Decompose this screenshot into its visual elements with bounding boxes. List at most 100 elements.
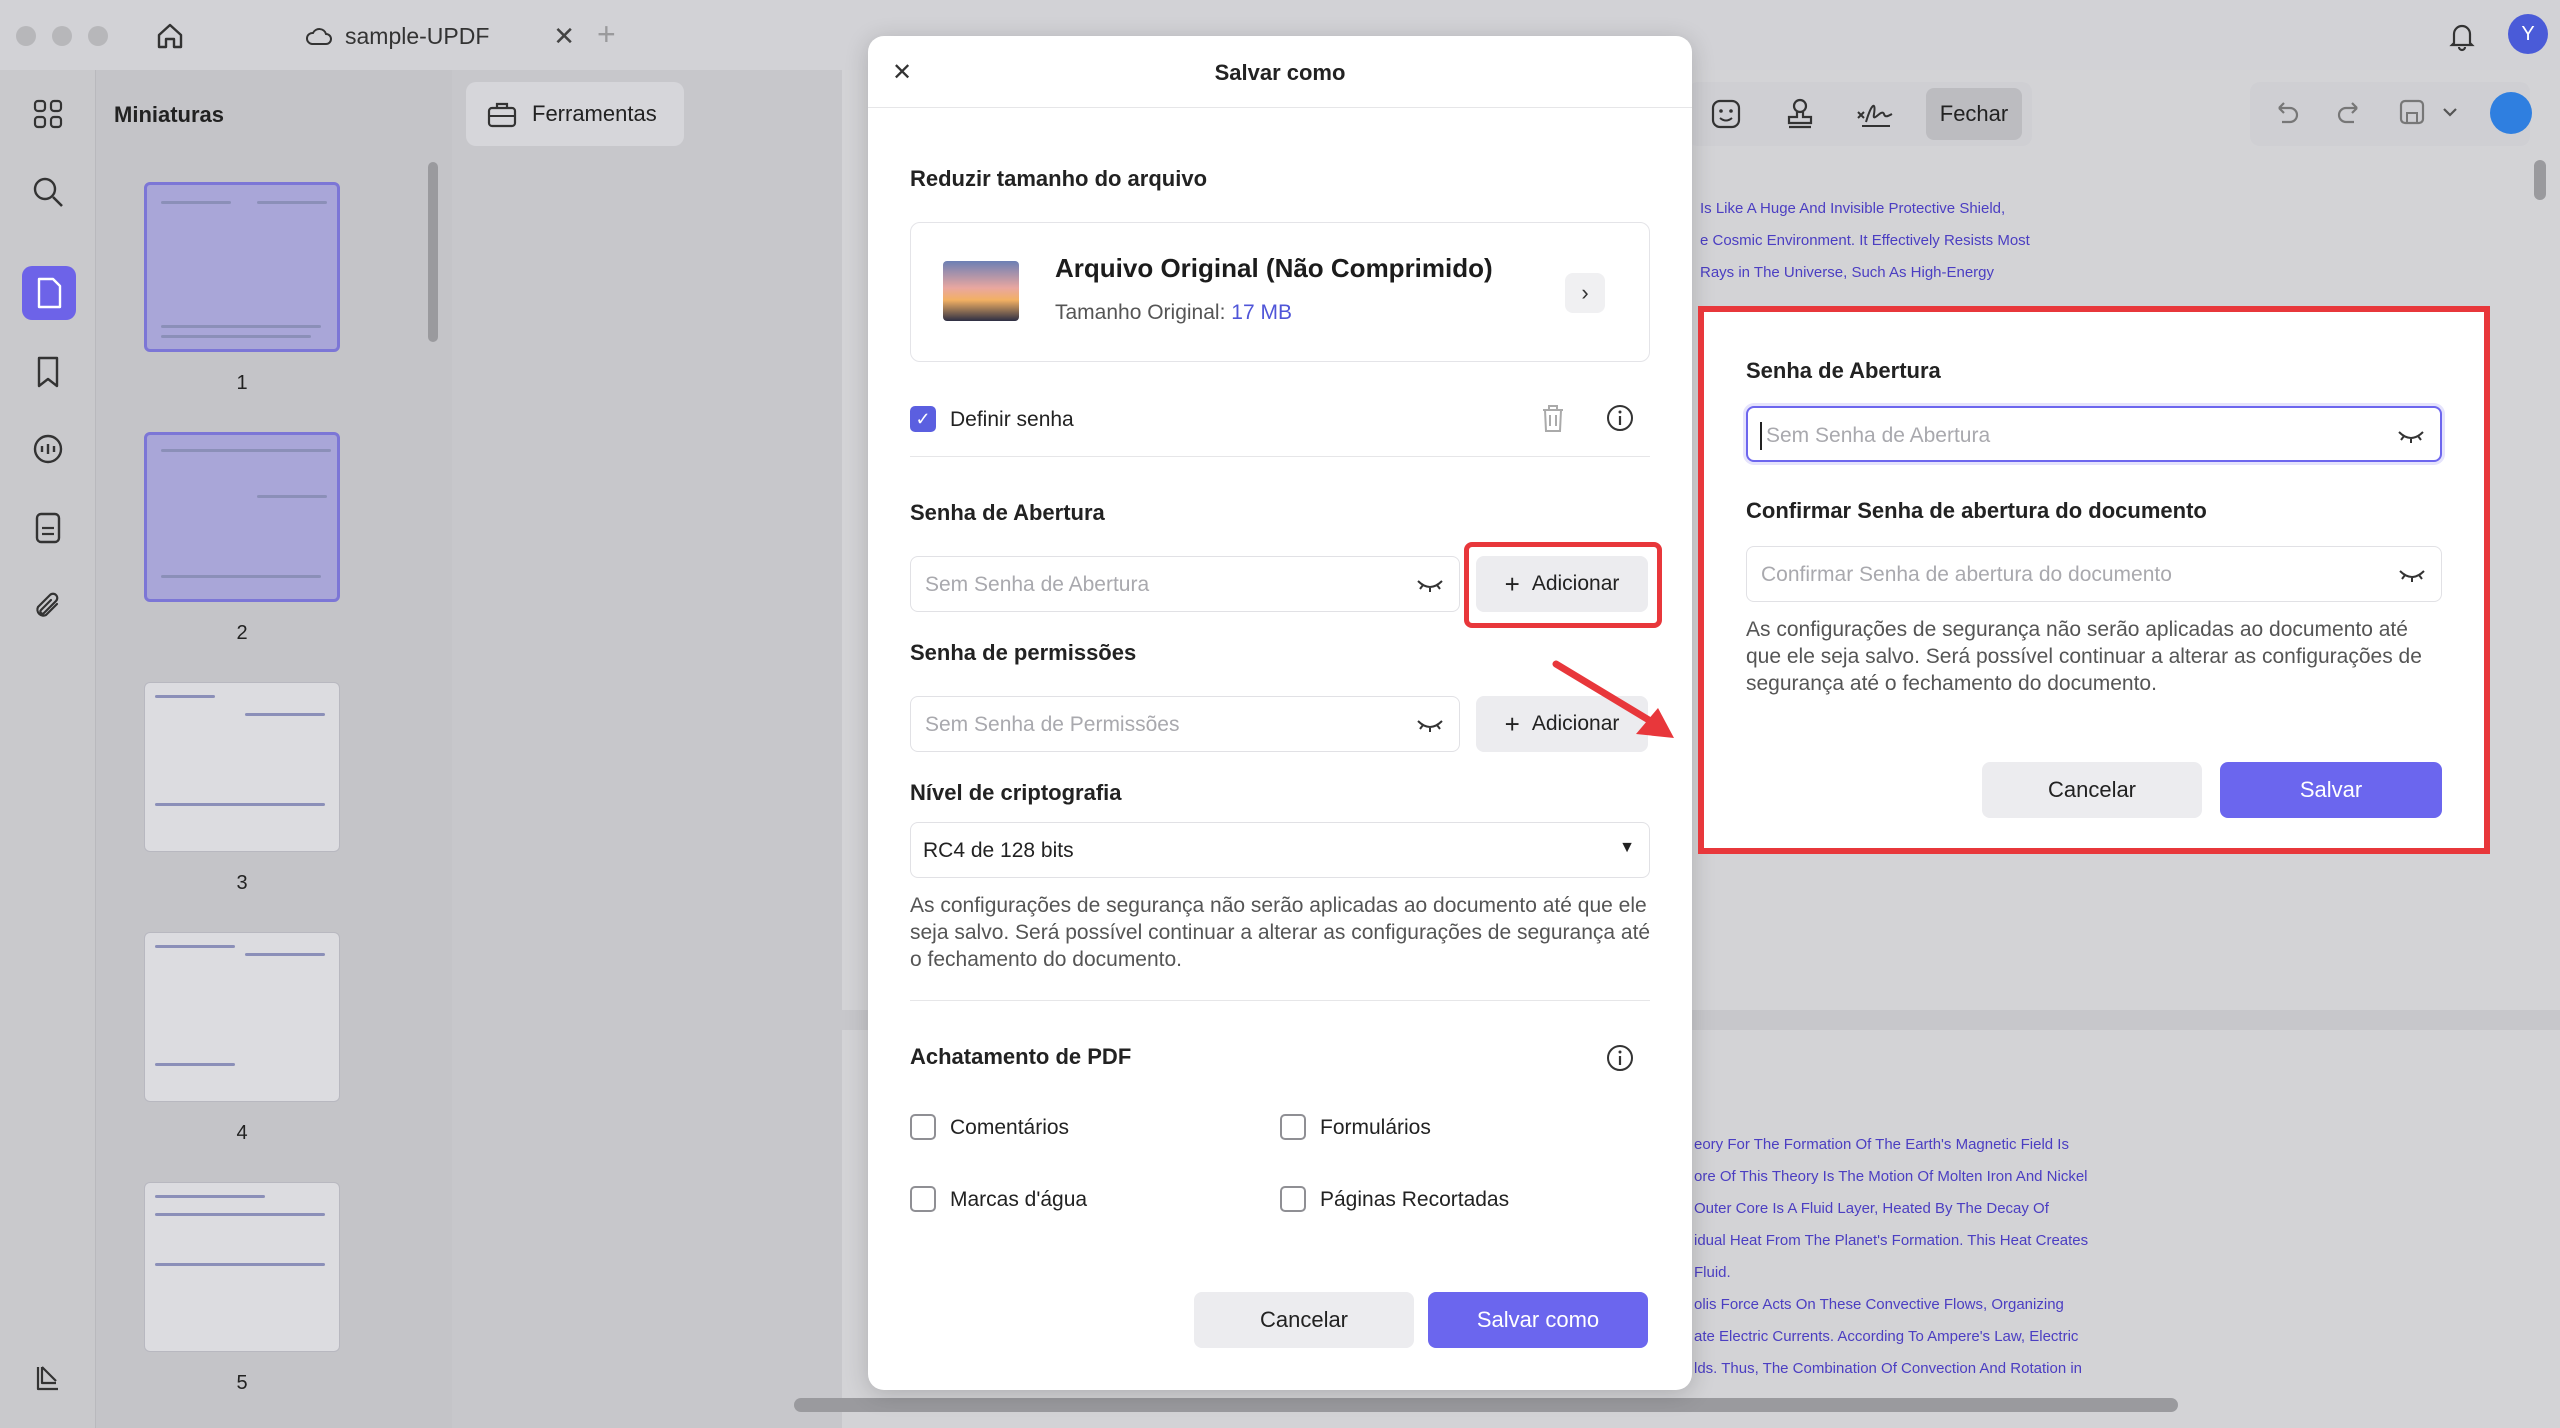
signature-icon[interactable] xyxy=(1854,96,1893,132)
eye-closed-icon[interactable] xyxy=(1415,715,1445,735)
close-edit-button[interactable]: Fechar xyxy=(1926,88,2022,140)
document-text-line: idual Heat From The Planet's Formation. … xyxy=(1694,1232,2089,1249)
open-password-field[interactable]: Sem Senha de Abertura xyxy=(910,556,1460,612)
callout-open-password-title: Senha de Abertura xyxy=(1746,358,1941,383)
document-tab[interactable]: sample-UPDF ✕ xyxy=(305,14,575,58)
horizontal-scrollbar[interactable] xyxy=(794,1398,2178,1412)
tools-label: Ferramentas xyxy=(532,101,657,126)
page-thumbnail-4[interactable] xyxy=(144,932,340,1102)
document-text-line: Rays in The Universe, Such As High-Energ… xyxy=(1700,264,1995,281)
chevron-right-icon[interactable]: › xyxy=(1565,273,1605,313)
bell-icon[interactable] xyxy=(2444,18,2480,54)
cloud-icon xyxy=(306,28,332,45)
tab-close-icon[interactable]: ✕ xyxy=(553,21,575,52)
callout-security-note: As configurações de segurança não serão … xyxy=(1746,618,2422,695)
attachment-icon[interactable] xyxy=(26,584,70,628)
file-compression-card[interactable]: Arquivo Original (Não Comprimido) Tamanh… xyxy=(910,222,1650,362)
page-thumbnail-2[interactable] xyxy=(144,432,340,602)
plus-icon: + xyxy=(1504,708,1520,739)
callout-confirm-password-field[interactable]: Confirmar Senha de abertura do documento xyxy=(1746,546,2442,602)
save-icon[interactable] xyxy=(2396,96,2432,132)
text-cursor xyxy=(1760,422,1762,450)
flatten-watermarks-checkbox[interactable] xyxy=(910,1186,936,1212)
set-password-checkbox[interactable]: ✓ xyxy=(910,406,936,432)
layers-icon[interactable] xyxy=(26,1356,70,1400)
password-callout-panel: Senha de Abertura Sem Senha de Abertura … xyxy=(1698,306,2490,854)
document-text-line: Fluid. xyxy=(1694,1264,1731,1281)
window-close-button[interactable] xyxy=(16,26,36,46)
info-icon[interactable] xyxy=(1606,1044,1634,1072)
home-icon[interactable] xyxy=(152,18,188,54)
eye-closed-icon[interactable] xyxy=(2396,426,2426,446)
new-tab-icon[interactable]: + xyxy=(597,16,616,53)
right-toolbar: Fechar xyxy=(1688,82,2032,146)
encryption-title: Nível de criptografia xyxy=(910,780,1122,805)
reduce-size-title: Reduzir tamanho do arquivo xyxy=(910,166,1208,191)
flatten-comments-checkbox[interactable] xyxy=(910,1114,936,1140)
flatten-cropped-pages-label: Páginas Recortadas xyxy=(1320,1188,1510,1211)
thumbnails-title: Miniaturas xyxy=(114,102,225,127)
left-rail xyxy=(0,70,96,1428)
encryption-value: RC4 de 128 bits xyxy=(923,839,1074,862)
flatten-cropped-pages-checkbox[interactable] xyxy=(1280,1186,1306,1212)
save-as-button[interactable]: Salvar como xyxy=(1428,1292,1648,1348)
divider xyxy=(910,1000,1650,1001)
callout-save-button[interactable]: Salvar xyxy=(2220,762,2442,818)
document-text-line: e Cosmic Environment. It Effectively Res… xyxy=(1700,232,2030,249)
trash-icon[interactable] xyxy=(1538,402,1568,434)
flatten-forms-label: Formulários xyxy=(1320,1116,1431,1139)
window-zoom-button[interactable] xyxy=(88,26,108,46)
document-text-line: lds. Thus, The Combination Of Convection… xyxy=(1694,1360,2083,1377)
comment-icon[interactable] xyxy=(26,428,70,472)
callout-confirm-title: Confirmar Senha de abertura do documento xyxy=(1746,498,2207,523)
file-name: Arquivo Original (Não Comprimido) xyxy=(1055,253,1493,283)
document-text-line: eory For The Formation Of The Earth's Ma… xyxy=(1694,1136,2069,1153)
document-text-line: ore Of This Theory Is The Motion Of Molt… xyxy=(1694,1168,2088,1185)
permissions-placeholder: Sem Senha de Permissões xyxy=(925,713,1180,736)
tools-button[interactable]: Ferramentas xyxy=(466,82,684,146)
undo-icon[interactable] xyxy=(2270,96,2306,132)
vertical-scrollbar[interactable] xyxy=(2534,160,2546,200)
bookmark-icon[interactable] xyxy=(26,350,70,394)
history-toolbar xyxy=(2250,82,2530,146)
ai-assistant-icon[interactable] xyxy=(2490,92,2532,134)
page-thumbnail-5[interactable] xyxy=(144,1182,340,1352)
thumbnails-panel: Miniaturas 1 2 3 4 5 xyxy=(96,70,452,1428)
callout-open-password-placeholder: Sem Senha de Abertura xyxy=(1766,424,1991,447)
page-thumbnail-3[interactable] xyxy=(144,682,340,852)
callout-cancel-button[interactable]: Cancelar xyxy=(1982,762,2202,818)
user-avatar[interactable]: Y xyxy=(2508,14,2548,54)
encryption-select[interactable]: RC4 de 128 bits ▼ xyxy=(910,822,1650,878)
document-icon[interactable] xyxy=(26,506,70,550)
page-number-1: 1 xyxy=(236,372,248,394)
redo-icon[interactable] xyxy=(2334,96,2370,132)
flatten-forms-checkbox[interactable] xyxy=(1280,1114,1306,1140)
apps-grid-icon[interactable] xyxy=(26,92,70,136)
security-note: As configurações de segurança não serão … xyxy=(910,894,1651,971)
cancel-button[interactable]: Cancelar xyxy=(1194,1292,1414,1348)
dialog-title: Salvar como xyxy=(1214,60,1346,85)
thumbnails-scrollbar[interactable] xyxy=(428,162,438,342)
pointer-arrow xyxy=(1552,660,1674,738)
flatten-watermarks-label: Marcas d'água xyxy=(950,1188,1088,1211)
flatten-comments-label: Comentários xyxy=(950,1116,1070,1139)
stamp-icon[interactable] xyxy=(1782,96,1818,132)
eye-closed-icon[interactable] xyxy=(2397,565,2427,585)
chevron-down-icon[interactable] xyxy=(2440,96,2476,132)
page-thumbnail-1[interactable] xyxy=(144,182,340,352)
info-icon[interactable] xyxy=(1606,404,1634,432)
eye-closed-icon[interactable] xyxy=(1415,575,1445,595)
flatten-title: Achatamento de PDF xyxy=(910,1044,1132,1069)
callout-open-password-field[interactable]: Sem Senha de Abertura xyxy=(1746,406,2442,462)
set-password-label: Definir senha xyxy=(950,408,1074,431)
search-icon[interactable] xyxy=(26,170,70,214)
page-number-2: 2 xyxy=(236,622,248,644)
dialog-header: ✕ Salvar como xyxy=(868,36,1692,108)
window-minimize-button[interactable] xyxy=(52,26,72,46)
document-text-line: olis Force Acts On These Convective Flow… xyxy=(1694,1296,2064,1313)
permissions-password-field[interactable]: Sem Senha de Permissões xyxy=(910,696,1460,752)
page-number-5: 5 xyxy=(236,1372,248,1394)
pages-icon[interactable] xyxy=(22,266,76,320)
sticker-icon[interactable] xyxy=(1708,96,1744,132)
file-thumbnail xyxy=(943,261,1019,321)
